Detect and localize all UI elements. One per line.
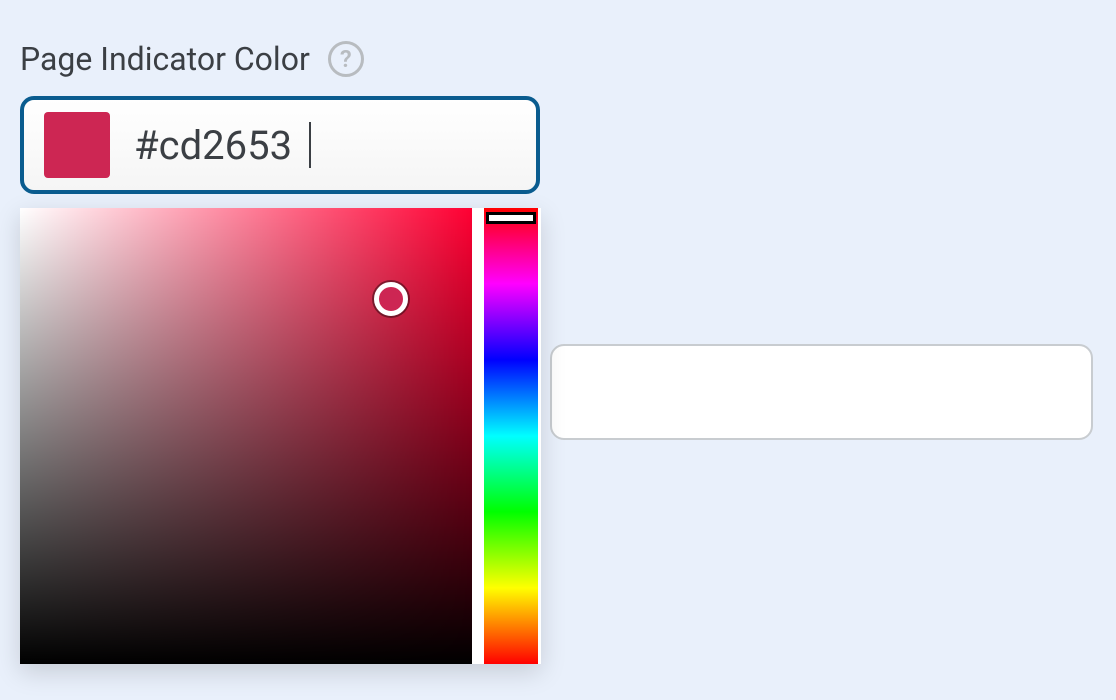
secondary-input[interactable] — [550, 344, 1093, 440]
field-label: Page Indicator Color — [20, 40, 310, 78]
field-label-row: Page Indicator Color ? — [20, 40, 1096, 78]
saturation-black-gradient — [20, 208, 472, 664]
help-icon-glyph: ? — [340, 45, 352, 73]
color-text-wrap — [134, 122, 354, 169]
hue-cursor — [486, 212, 536, 224]
color-picker-panel — [20, 208, 541, 664]
hue-slider[interactable] — [484, 208, 538, 664]
color-input[interactable] — [20, 96, 540, 194]
text-caret — [309, 122, 311, 168]
help-icon[interactable]: ? — [328, 41, 364, 77]
color-swatch[interactable] — [44, 112, 110, 178]
color-hex-input[interactable] — [134, 122, 354, 169]
saturation-lightness-area[interactable] — [20, 208, 472, 664]
